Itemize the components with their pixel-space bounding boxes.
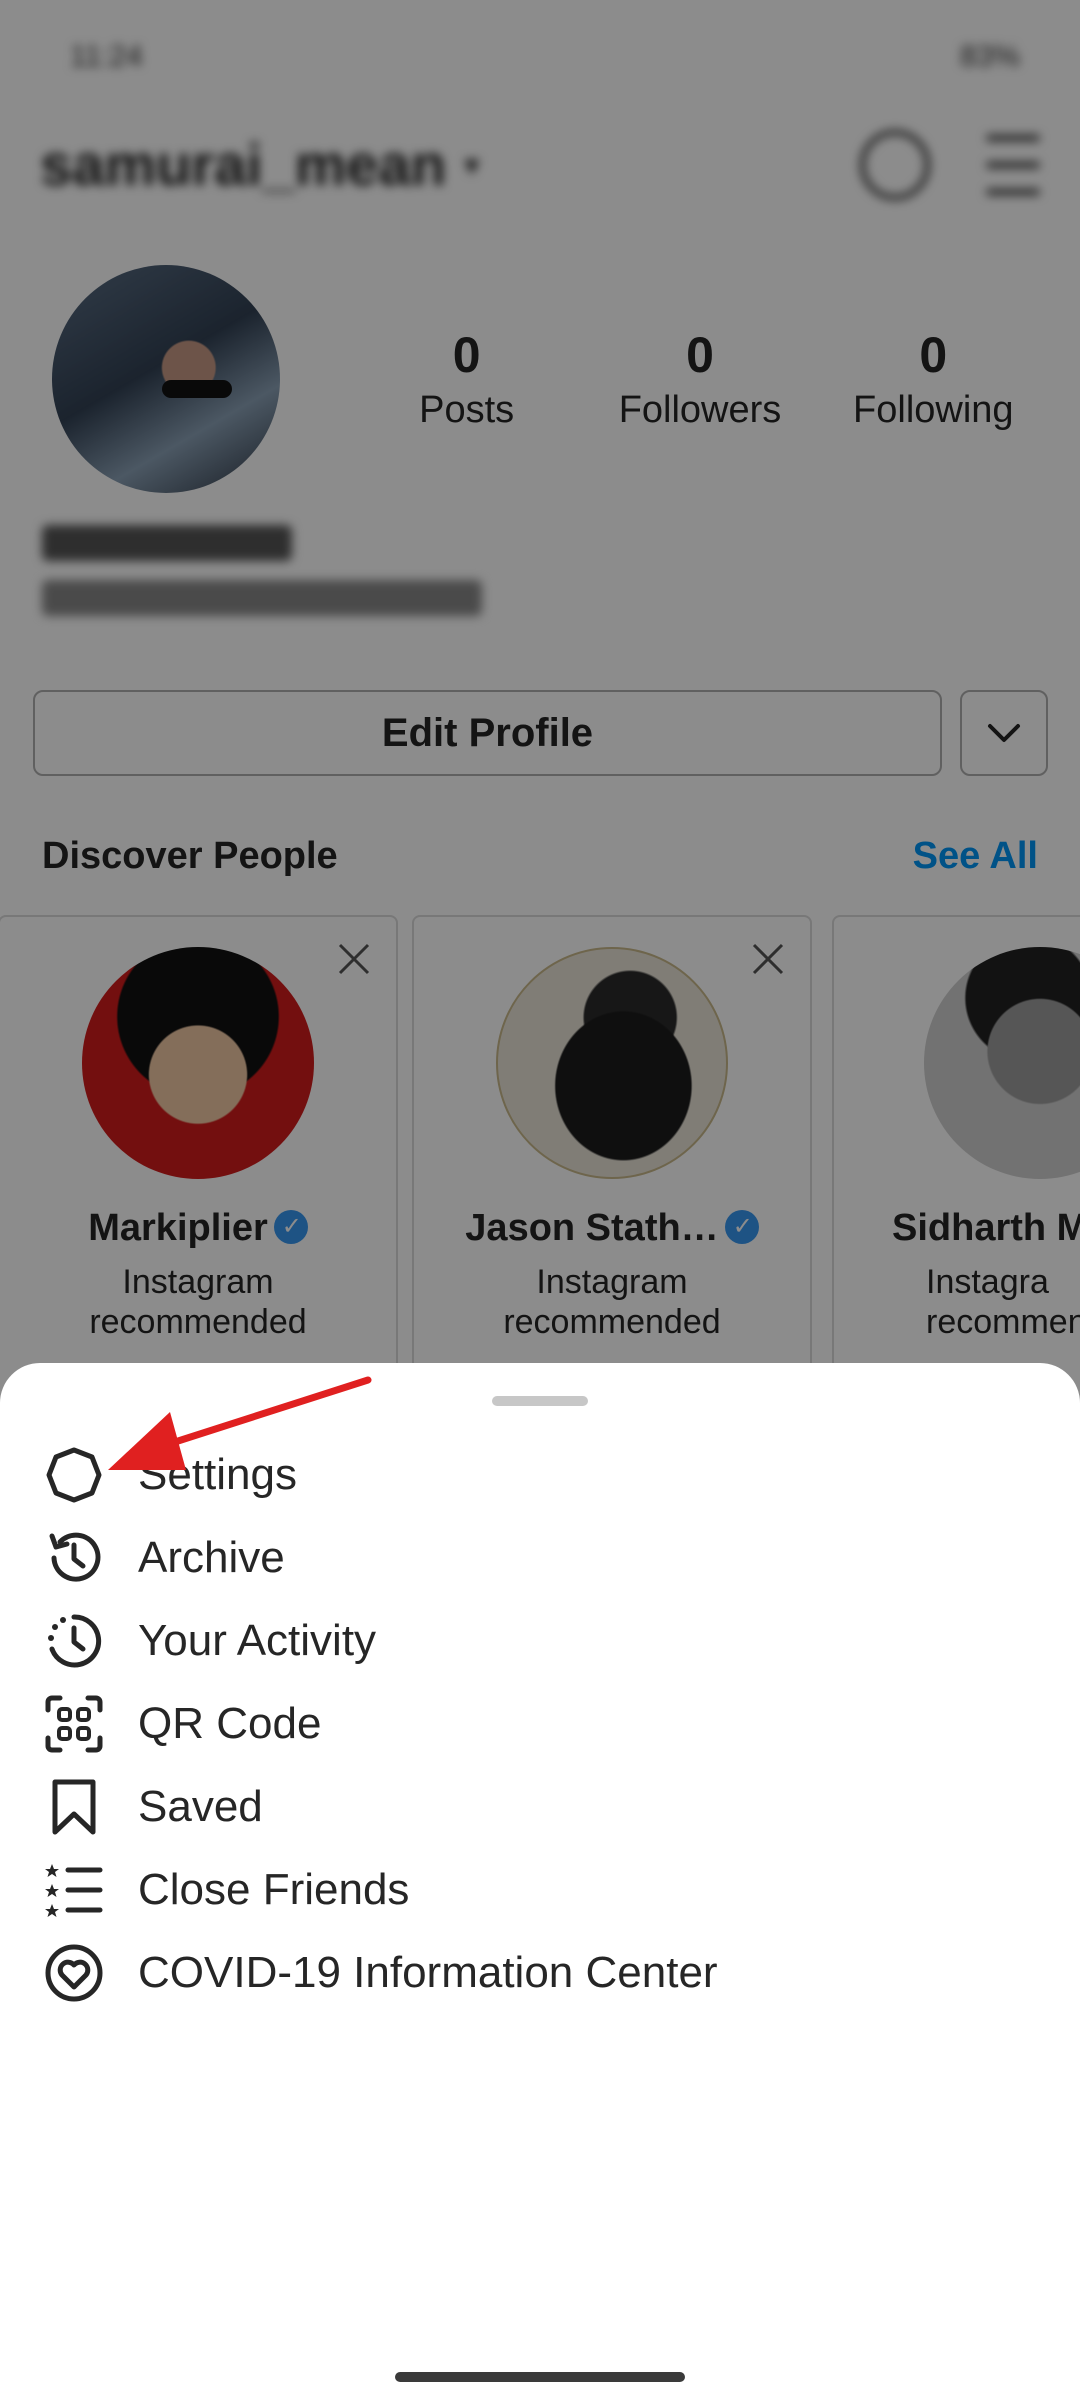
- annotation-arrow: [108, 1376, 372, 1470]
